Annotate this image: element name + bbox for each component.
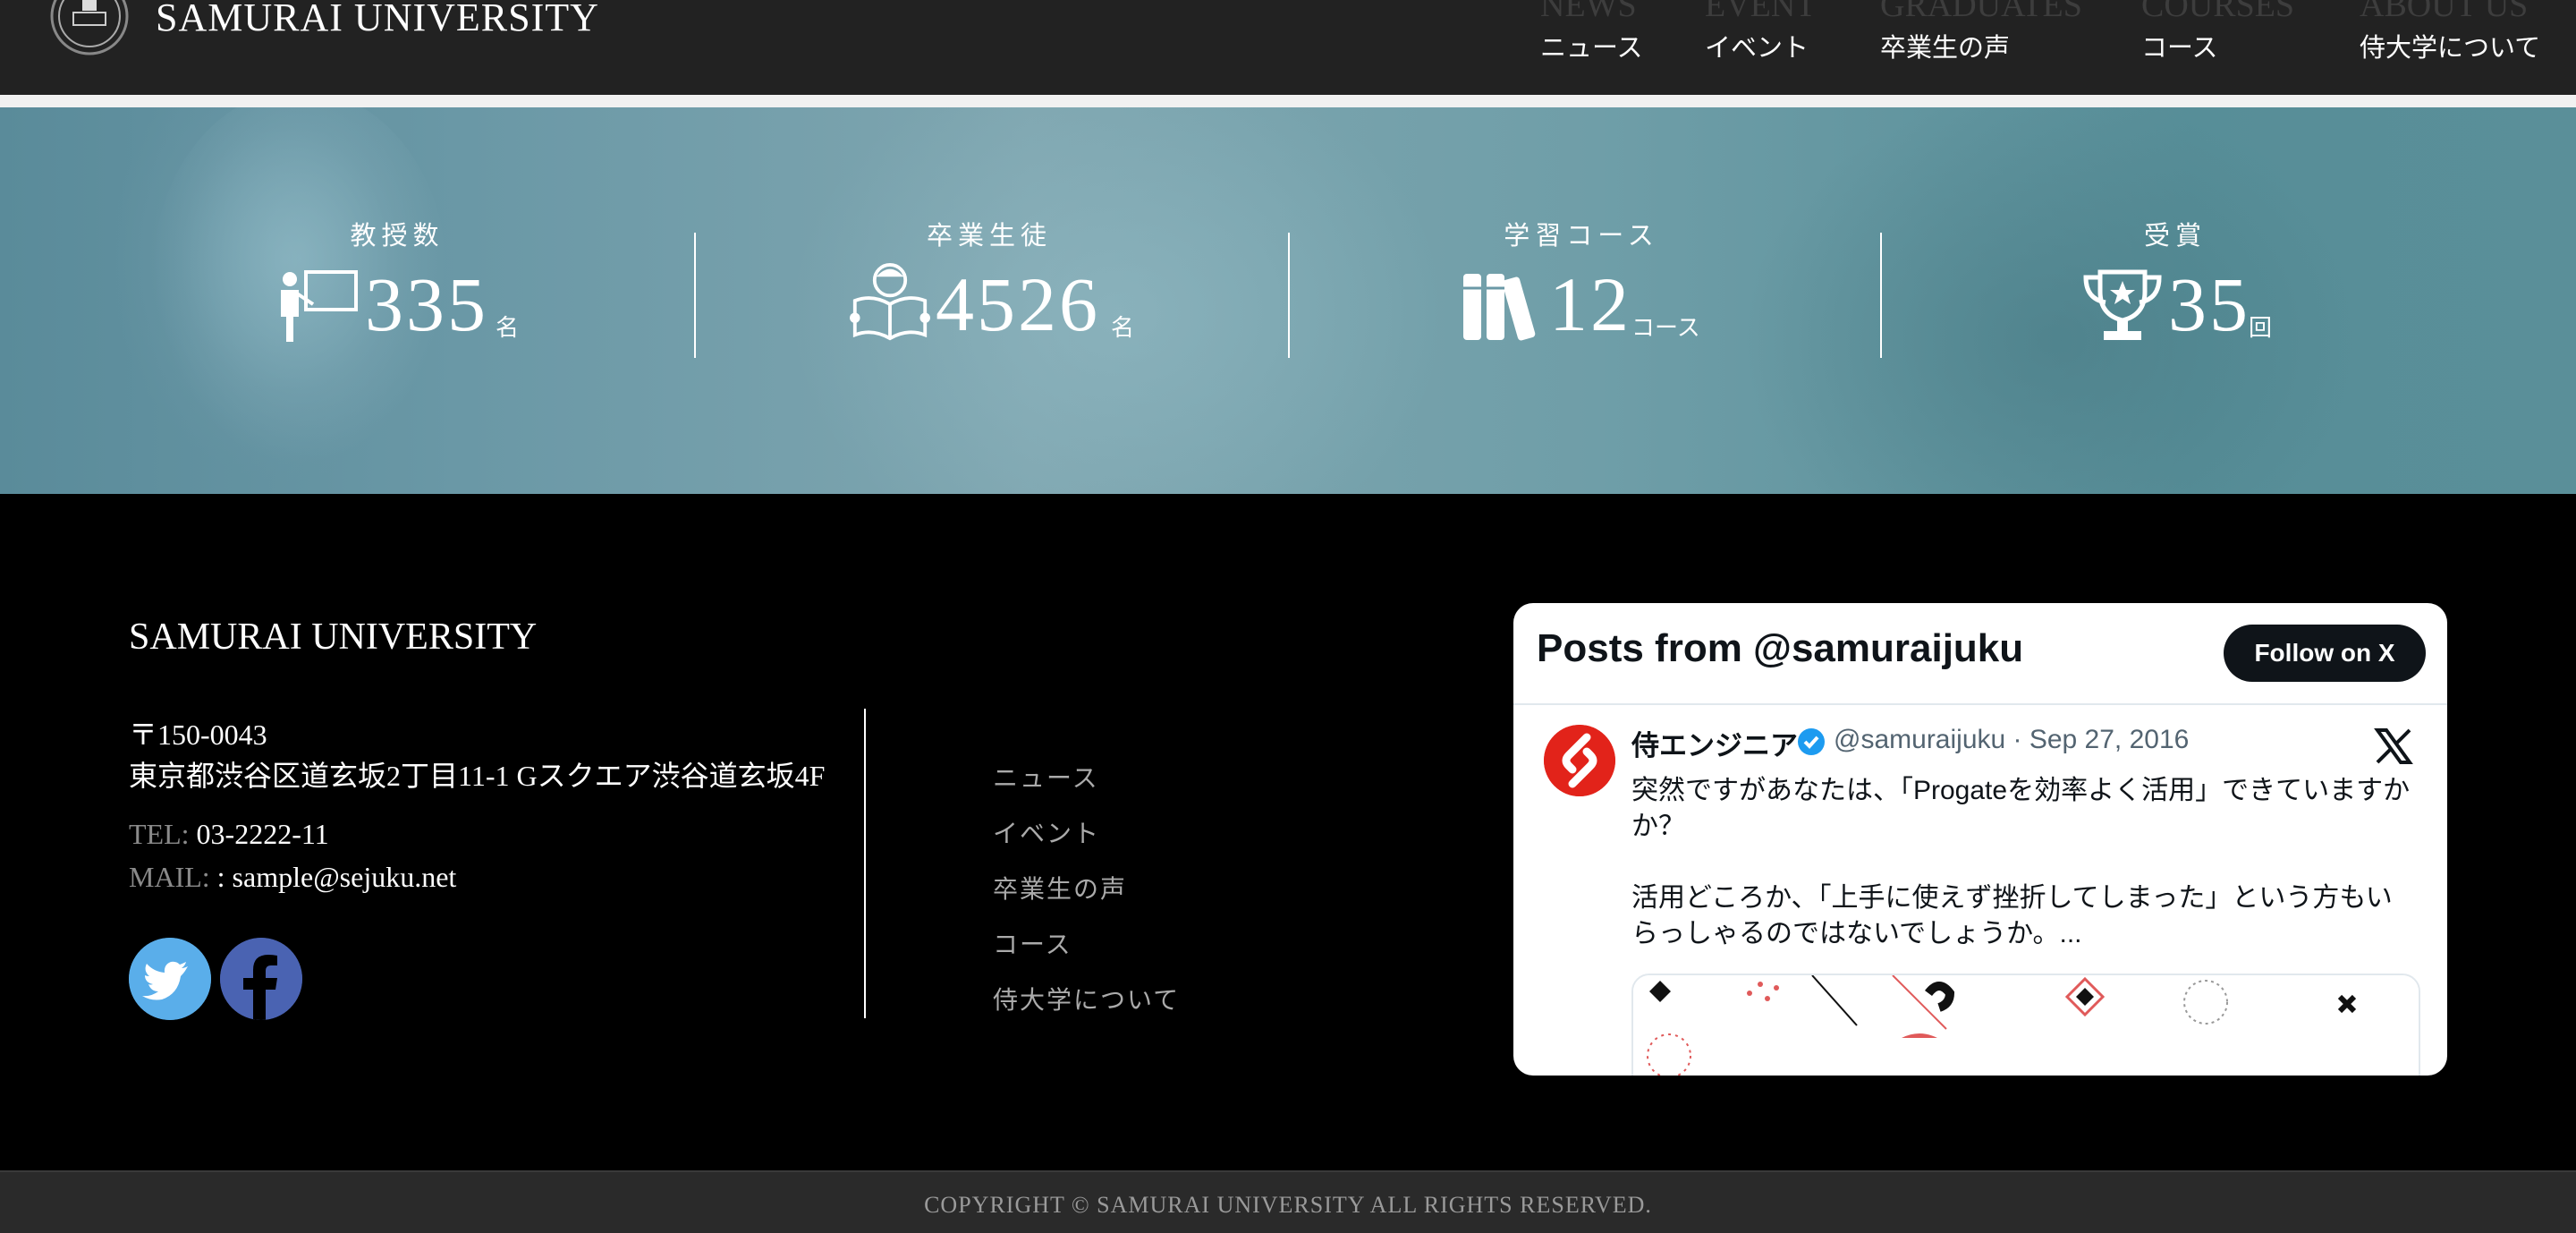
nav-news-en: NEWS bbox=[1540, 0, 1637, 24]
stat-unit: コース bbox=[1631, 315, 1700, 341]
site-title[interactable]: SAMURAI UNIVERSITY bbox=[156, 0, 599, 40]
facebook-icon[interactable] bbox=[220, 938, 302, 1020]
stat-value: 12 bbox=[1549, 261, 1631, 347]
nav-event-en: EVENT bbox=[1705, 0, 1817, 24]
stat-unit: 名 bbox=[1111, 315, 1135, 341]
verified-badge-icon bbox=[1798, 728, 1825, 755]
stat-value: 35 bbox=[2168, 261, 2250, 347]
stat-unit: 名 bbox=[496, 315, 520, 341]
nav-courses-en: COURSES bbox=[2141, 0, 2295, 24]
follow-button[interactable]: Follow on X bbox=[2224, 625, 2426, 682]
tel-line: TEL: 03-2222-11 bbox=[129, 818, 329, 851]
footer-title: SAMURAI UNIVERSITY bbox=[129, 616, 538, 658]
stat-label: 卒業生徒 bbox=[926, 222, 1052, 251]
footer-nav-news[interactable]: ニュース bbox=[993, 759, 1099, 795]
mail-label: MAIL: bbox=[129, 861, 210, 893]
nav-event-ja: イベント bbox=[1705, 34, 1809, 63]
postal-code: 〒150-0043 bbox=[129, 719, 267, 751]
copyright-bar: COPYRIGHT © SAMURAI UNIVERSITY ALL RIGHT… bbox=[0, 1170, 2576, 1233]
post-text-line: か？ bbox=[1631, 812, 1685, 841]
footer-nav-event[interactable]: イベント bbox=[993, 814, 1100, 850]
footer-divider bbox=[864, 709, 866, 1018]
nav-graduates-ja: 卒業生の声 bbox=[1880, 34, 2011, 63]
embedded-timeline[interactable]: Posts from @samuraijuku Follow on X 侍エンジ… bbox=[1513, 603, 2447, 1076]
post-media-image[interactable] bbox=[1631, 974, 2420, 1076]
stat-unit: 回 bbox=[2249, 315, 2273, 341]
mail-address[interactable]: : sample@sejuku.net bbox=[217, 861, 457, 893]
stat-divider bbox=[1880, 233, 1882, 358]
nav-courses[interactable]: COURSES コース bbox=[2141, 0, 2294, 66]
stat-awards: 受賞 35 回 bbox=[1943, 215, 2408, 347]
copyright-text: COPYRIGHT © SAMURAI UNIVERSITY ALL RIGHT… bbox=[924, 1192, 1652, 1218]
post-author[interactable]: 侍エンジニア bbox=[1631, 723, 1798, 763]
graduate-reading-icon bbox=[850, 263, 930, 341]
post-text-line: 活用どころか、「上手に使えず挫折してしまった」という方もい bbox=[1631, 883, 2393, 913]
nav-about-ja: 侍大学について bbox=[2360, 34, 2541, 63]
nav-graduates[interactable]: GRADUATES 卒業生の声 bbox=[1880, 0, 2082, 66]
twitter-icon[interactable] bbox=[129, 938, 211, 1020]
professor-icon bbox=[281, 270, 358, 342]
site-header: SAMURAI UNIVERSITY NEWS ニュース EVENT イベント … bbox=[0, 0, 2576, 95]
footer-nav-graduates[interactable]: 卒業生の声 bbox=[993, 870, 1127, 906]
nav-about-en: ABOUT US bbox=[2360, 0, 2529, 24]
stat-label: 教授数 bbox=[350, 222, 445, 251]
trophy-icon bbox=[2083, 269, 2162, 340]
x-logo-icon[interactable] bbox=[2374, 727, 2413, 766]
university-crest-logo[interactable] bbox=[48, 0, 131, 57]
timeline-header: Posts from @samuraijuku Follow on X bbox=[1513, 603, 2447, 705]
post-text-line: 突然ですがあなたは、「Progateを効率よく活用」できていますか bbox=[1631, 776, 2411, 805]
nav-graduates-en: GRADUATES bbox=[1880, 0, 2082, 24]
nav-about[interactable]: ABOUT US 侍大学について bbox=[2360, 0, 2540, 66]
stat-value: 335 bbox=[365, 261, 488, 347]
stat-graduates: 卒業生徒 4526 名 bbox=[757, 215, 1222, 347]
stat-professors: 教授数 335 名 bbox=[165, 215, 630, 347]
tel-label: TEL: bbox=[129, 818, 190, 850]
mail-line: MAIL: : sample@sejuku.net bbox=[129, 861, 456, 894]
footer-nav-courses[interactable]: コース bbox=[993, 925, 1072, 961]
stat-divider bbox=[1288, 233, 1290, 358]
nav-courses-ja: コース bbox=[2141, 34, 2218, 63]
footer-nav-about[interactable]: 侍大学について bbox=[993, 981, 1180, 1016]
stat-value: 4526 bbox=[936, 261, 1100, 347]
timeline-title[interactable]: Posts from @samuraijuku bbox=[1537, 626, 2023, 671]
stat-label: 学習コース bbox=[1504, 222, 1659, 251]
address: 東京都渋谷区道玄坂2丁目11-1 Gスクエア渋谷道玄坂4F bbox=[129, 760, 826, 792]
stat-divider bbox=[694, 233, 696, 358]
avatar[interactable] bbox=[1544, 725, 1615, 796]
stats-section: 教授数 335 名 卒業生徒 4526 名 学習コース 12 コース 受賞 35… bbox=[0, 107, 2576, 494]
header-divider-strip bbox=[0, 95, 2576, 107]
nav-news-ja: ニュース bbox=[1540, 34, 1643, 63]
stat-courses: 学習コース 12 コース bbox=[1349, 215, 1814, 347]
nav-event[interactable]: EVENT イベント bbox=[1705, 0, 1817, 66]
books-icon bbox=[1463, 274, 1536, 341]
post-handle-date[interactable]: @samuraijuku · Sep 27, 2016 bbox=[1834, 725, 2189, 755]
post-text-line: らっしゃるのではないでしょうか。... bbox=[1631, 919, 2082, 948]
tel-number[interactable]: 03-2222-11 bbox=[197, 818, 329, 850]
nav-news[interactable]: NEWS ニュース bbox=[1540, 0, 1643, 66]
stat-label: 受賞 bbox=[2143, 222, 2207, 251]
